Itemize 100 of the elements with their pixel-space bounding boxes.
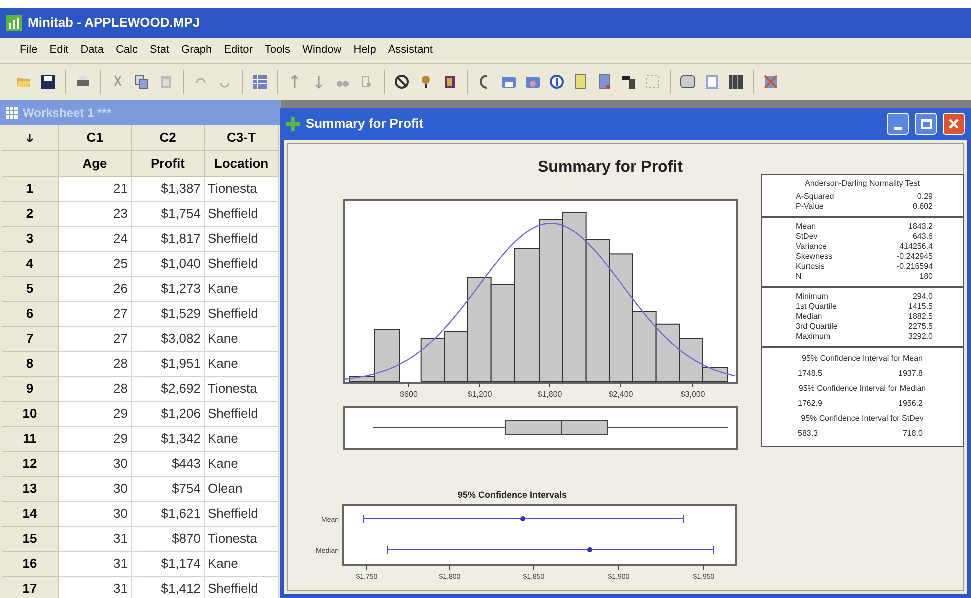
- row-number[interactable]: 3: [2, 227, 59, 252]
- grid-icon: [6, 106, 18, 118]
- columns-icon[interactable]: [728, 74, 744, 90]
- axis-tick-label: $1,800: [538, 390, 562, 399]
- row-number[interactable]: 12: [2, 452, 59, 477]
- table-cell: Olean: [205, 477, 279, 502]
- minimize-button[interactable]: [887, 113, 909, 135]
- plus-icon: [286, 117, 300, 131]
- minimize-icon: [894, 127, 902, 130]
- row-number[interactable]: 6: [2, 302, 59, 327]
- clipboard-icon[interactable]: [158, 74, 174, 90]
- column-name[interactable]: Location: [205, 151, 279, 177]
- row-number[interactable]: 9: [2, 377, 59, 402]
- stat-label: N: [796, 272, 802, 282]
- table-cell: Kane: [205, 427, 279, 452]
- menu-item[interactable]: Data: [80, 42, 104, 59]
- document-icon[interactable]: [597, 74, 613, 90]
- section-heading: 95% Confidence Interval for Mean: [801, 354, 924, 364]
- ci-title: 95% Confidence Intervals: [458, 489, 568, 502]
- stat-value: 2275.5: [908, 322, 933, 332]
- row-number[interactable]: 7: [2, 327, 59, 352]
- close-button[interactable]: [943, 113, 965, 135]
- stat-value: 1415.5: [908, 302, 933, 312]
- book-icon[interactable]: [442, 74, 458, 90]
- row-number[interactable]: 10: [2, 402, 59, 427]
- stat-value: -0.242945: [896, 252, 933, 262]
- table-cell: $1,206: [132, 402, 205, 427]
- down-arrow-icon[interactable]: [27, 134, 33, 142]
- row-number[interactable]: 15: [2, 527, 59, 552]
- menu-item[interactable]: Graph: [182, 42, 212, 59]
- column-name[interactable]: Profit: [132, 151, 205, 177]
- page-icon[interactable]: [704, 74, 720, 90]
- stat-value: 1882.5: [908, 312, 933, 322]
- row-number[interactable]: 8: [2, 352, 59, 377]
- table-cell: $754: [132, 477, 205, 502]
- row-number[interactable]: 16: [2, 552, 59, 577]
- menu-item[interactable]: Calc: [116, 42, 138, 59]
- axis-tick: [692, 382, 694, 388]
- menu-item[interactable]: Window: [302, 42, 342, 59]
- column-id[interactable]: C1: [59, 125, 132, 151]
- stat-label: 1st Quartile: [796, 302, 837, 312]
- table-cell: Sheffield: [205, 577, 279, 598]
- stat-value: 583.3: [798, 429, 818, 439]
- stat-label: Mean: [796, 222, 816, 232]
- table-cell: 31: [59, 527, 132, 552]
- column-id[interactable]: C3-T: [205, 125, 279, 151]
- column-name[interactable]: Age: [59, 151, 132, 177]
- stat-label: Median: [796, 312, 822, 322]
- stat-value: 643.6: [912, 232, 933, 242]
- row-number[interactable]: 13: [2, 477, 59, 502]
- section-heading: 95% Confidence Interval for Median: [798, 384, 928, 394]
- column-id[interactable]: C2: [132, 125, 205, 151]
- table-cell: $2,692: [132, 377, 205, 402]
- maximize-button[interactable]: [915, 113, 937, 135]
- worksheet-icon[interactable]: [252, 74, 268, 90]
- table-cell: 30: [59, 477, 132, 502]
- table-cell: $1,529: [132, 302, 205, 327]
- table-cell: Sheffield: [205, 252, 279, 277]
- row-number[interactable]: 5: [2, 277, 59, 302]
- table-cell: Sheffield: [205, 202, 279, 227]
- graph-window-title: Summary for Profit: [306, 115, 424, 134]
- menu-item[interactable]: Assistant: [388, 42, 433, 59]
- section-heading: 95% Confidence Interval for StDev: [800, 414, 925, 424]
- cancel-icon[interactable]: [394, 74, 410, 90]
- stat-value: -0.216594: [896, 262, 933, 272]
- menu-item[interactable]: Edit: [50, 42, 69, 59]
- crossed-image-icon[interactable]: [763, 74, 779, 90]
- table-cell: $1,817: [132, 227, 205, 252]
- stat-label: A-Squared: [796, 192, 834, 202]
- table-cell: 23: [59, 202, 132, 227]
- table-cell: $3,082: [132, 327, 205, 352]
- row-number[interactable]: 2: [2, 202, 59, 227]
- axis-tick: [618, 566, 620, 570]
- stat-label: Minimum: [796, 292, 828, 302]
- copy-icon[interactable]: [134, 74, 150, 90]
- stat-value: 0.602: [912, 202, 933, 212]
- row-number[interactable]: 1: [2, 177, 59, 202]
- table-cell: 29: [59, 402, 132, 427]
- menu-item[interactable]: Editor: [224, 42, 253, 59]
- stat-label: Maximum: [796, 332, 831, 342]
- menu-item[interactable]: File: [20, 42, 38, 59]
- info-icon[interactable]: [549, 74, 565, 90]
- axis-tick: [366, 566, 368, 570]
- stat-value: 1956.2: [898, 399, 923, 409]
- table-cell: $1,273: [132, 277, 205, 302]
- stat-label: Kurtosis: [796, 262, 825, 272]
- row-number[interactable]: 11: [2, 427, 59, 452]
- row-number[interactable]: 14: [2, 502, 59, 527]
- table-cell: $1,174: [132, 552, 205, 577]
- close-icon: [948, 118, 960, 130]
- table-cell: $1,412: [132, 577, 205, 598]
- axis-tick: [408, 382, 410, 388]
- table-cell: Kane: [205, 552, 279, 577]
- menu-item[interactable]: Tools: [264, 42, 291, 59]
- menu-item[interactable]: Stat: [150, 42, 170, 59]
- stat-value: 718.0: [902, 429, 923, 439]
- menu-item[interactable]: Help: [354, 42, 376, 59]
- stat-value: 414256.4: [900, 242, 933, 252]
- row-number[interactable]: 4: [2, 252, 59, 277]
- table-cell: 24: [59, 227, 132, 252]
